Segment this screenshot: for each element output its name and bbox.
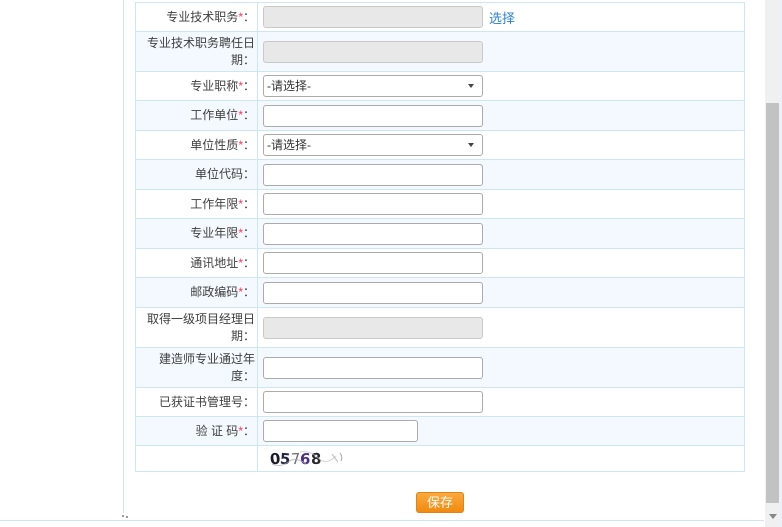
field-label: 已获证书管理号： [158,394,255,409]
field-label: 工作单位*： [190,108,255,122]
professional-title-select-control[interactable]: -请选择- [263,75,483,97]
post-appointment-date-input [263,40,483,63]
field-label: 单位代码： [194,167,255,181]
scrollbar-down-button[interactable] [767,511,778,521]
save-button-area: 保存 [135,492,745,513]
choose-link[interactable]: 选择 [489,8,515,27]
captcha-image[interactable]: 05768 [269,448,360,470]
field-label: 专业职称*： [190,78,255,93]
row-work-unit: 工作单位*： [136,101,744,131]
professional-technical-post-input [263,6,483,28]
first-class-pm-date-input [263,316,483,339]
row-unit-type: 单位性质*： -请选择- [136,131,744,160]
row-postal-code: 邮政编码*： [136,278,744,308]
work-unit-input[interactable] [263,104,483,127]
work-years-input[interactable] [263,193,483,215]
vertical-scrollbar-thumb[interactable] [766,103,779,503]
row-qualification-pass-year: 建造师专业通过年度： [136,348,744,388]
row-professional-years: 专业年限*： [136,219,744,249]
row-professional-technical-post: 专业技术职务*： 选择 [136,3,744,32]
certificate-number-input[interactable] [263,391,483,413]
professional-title-select[interactable]: -请选择- [263,75,483,97]
field-label: 建造师专业通过年度： [158,351,255,383]
unit-type-select[interactable]: -请选择- [263,134,483,156]
professional-years-input[interactable] [263,222,483,245]
row-captcha: 验 证 码*： [136,417,744,446]
save-button[interactable]: 保存 [415,492,464,513]
field-label: 邮政编码*： [190,285,255,299]
unit-type-select-control[interactable]: -请选择- [263,134,483,156]
qualification-pass-year-input[interactable] [263,356,483,379]
field-label: 专业技术职务*： [166,9,255,24]
captcha-noise [271,450,343,466]
field-label: 取得一级项目经理日期： [146,311,255,343]
row-first-class-pm-date: 取得一级项目经理日期： [136,308,744,348]
arrow-down-icon [768,513,777,519]
row-professional-title: 专业职称*： -请选择- [136,72,744,101]
page: 专业技术职务*： 选择 专业技术职务聘任日期： 专业职称*： -请选择- 工作单… [0,0,782,527]
row-captcha-image: 05768 [136,446,744,471]
captcha-input[interactable] [263,420,418,442]
unit-code-input[interactable] [263,163,483,186]
row-unit-code: 单位代码： [136,160,744,190]
page-bottom-border [0,520,764,521]
row-post-appointment-date: 专业技术职务聘任日期： [136,32,744,72]
row-certificate-number: 已获证书管理号： [136,388,744,417]
field-label: 通讯地址*： [190,255,255,270]
field-label: 专业技术职务聘任日期： [146,35,255,67]
postal-code-input[interactable] [263,281,483,304]
field-label: 验 证 码*： [195,423,255,438]
field-label: 单位性质*： [190,137,255,152]
row-mailing-address: 通讯地址*： [136,249,744,278]
field-label: 工作年限*： [190,196,255,211]
panel-left-border [123,0,124,513]
mailing-address-input[interactable] [263,252,483,274]
registration-form-table: 专业技术职务*： 选择 专业技术职务聘任日期： 专业职称*： -请选择- 工作单… [135,2,745,472]
resize-dots [122,515,124,517]
field-label: 专业年限*： [190,226,255,240]
row-work-years: 工作年限*： [136,190,744,219]
